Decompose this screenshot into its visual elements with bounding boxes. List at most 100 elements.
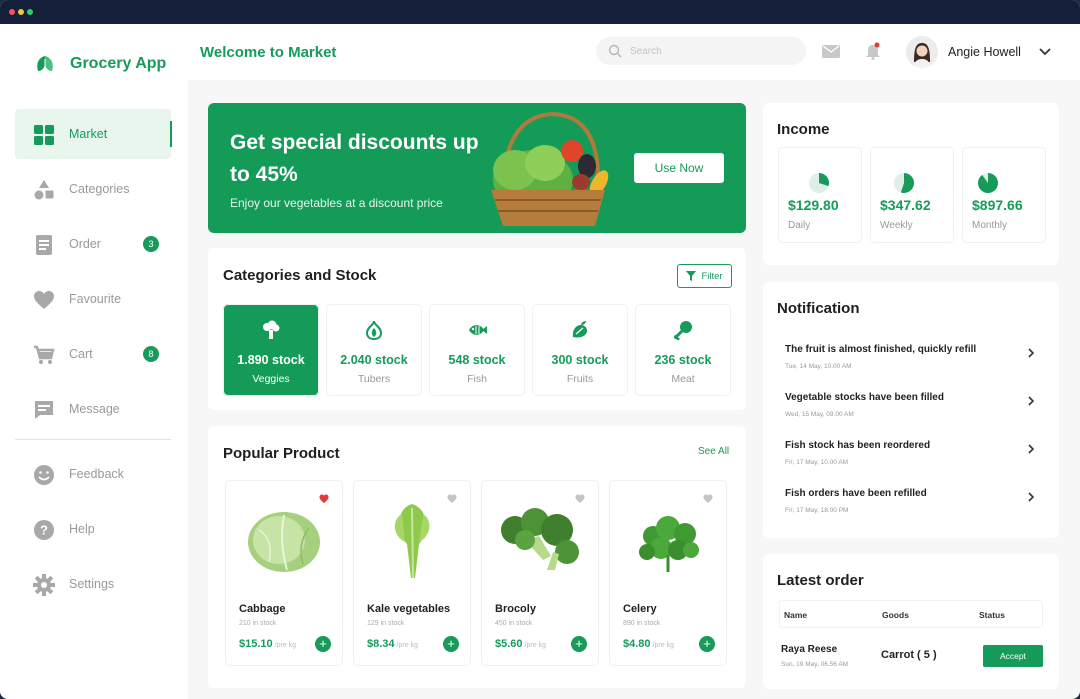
- income-card: Income $129.80 Daily $347.62 Weekly $897…: [763, 103, 1059, 265]
- sidebar-item-categories[interactable]: Categories: [15, 164, 171, 214]
- cart-count-badge: 8: [143, 346, 159, 362]
- category-label: Fish: [467, 373, 487, 385]
- chevron-down-icon: [1039, 48, 1051, 56]
- minimize-window-dot[interactable]: [18, 9, 24, 15]
- notification-item[interactable]: Fish orders have been refilled Fri, 17 M…: [785, 488, 1045, 530]
- order-goods: Carrot ( 5 ): [881, 649, 937, 661]
- add-to-cart-button[interactable]: +: [699, 636, 715, 652]
- notification-item[interactable]: The fruit is almost finished, quickly re…: [785, 344, 1045, 386]
- maximize-window-dot[interactable]: [27, 9, 33, 15]
- grid-icon: [34, 125, 54, 145]
- column-header-name: Name: [784, 610, 808, 620]
- veggies-icon: [263, 320, 280, 339]
- app-logo[interactable]: Grocery App: [34, 54, 166, 74]
- product-card-celery[interactable]: Celery 890 in stock $4.80/pre kg +: [609, 480, 727, 666]
- latest-order-card: Latest order Name Goods Status Raya Rees…: [763, 554, 1059, 689]
- category-fish[interactable]: 548 stock Fish: [429, 304, 525, 396]
- product-unit: /pre kg: [524, 642, 546, 649]
- app-window: Grocery App Market Categories Order 3 Fa…: [0, 0, 1080, 699]
- mail-icon[interactable]: [822, 45, 840, 58]
- sidebar: Grocery App Market Categories Order 3 Fa…: [0, 24, 188, 699]
- add-to-cart-button[interactable]: +: [315, 636, 331, 652]
- income-monthly[interactable]: $897.66 Monthly: [962, 147, 1046, 243]
- category-label: Veggies: [252, 373, 290, 385]
- sidebar-item-feedback[interactable]: Feedback: [15, 449, 171, 499]
- see-all-link[interactable]: See All: [698, 446, 729, 457]
- chevron-right-icon: [1028, 348, 1035, 358]
- search-input[interactable]: [630, 45, 780, 57]
- category-stock: 300 stock: [551, 353, 609, 367]
- close-window-dot[interactable]: [9, 9, 15, 15]
- fish-icon: [469, 325, 487, 335]
- sidebar-item-settings[interactable]: Settings: [15, 559, 171, 609]
- notification-item[interactable]: Vegetable stocks have been filled Wed, 1…: [785, 392, 1045, 434]
- filter-button[interactable]: Filter: [677, 264, 732, 288]
- income-daily[interactable]: $129.80 Daily: [778, 147, 862, 243]
- window-titlebar: [0, 0, 1080, 24]
- category-stock: 548 stock: [448, 353, 506, 367]
- sidebar-item-order[interactable]: Order 3: [15, 219, 171, 269]
- categories-card: Categories and Stock Filter 1.890 stock …: [208, 248, 746, 410]
- income-label: Weekly: [880, 220, 913, 231]
- product-price-row: $5.60/pre kg: [495, 638, 546, 650]
- discount-banner: Get special discounts up to 45% Enjoy ou…: [208, 103, 746, 233]
- income-value: $897.66: [972, 197, 1023, 213]
- sidebar-item-label: Feedback: [69, 467, 124, 481]
- notification-time: Tue, 14 May, 10.00 AM: [785, 363, 852, 370]
- notification-item[interactable]: Fish stock has been reordered Fri, 17 Ma…: [785, 440, 1045, 482]
- category-meat[interactable]: 236 stock Meat: [635, 304, 731, 396]
- search-bar[interactable]: [596, 37, 806, 65]
- sidebar-item-message[interactable]: Message: [15, 384, 171, 434]
- bell-icon[interactable]: [865, 42, 881, 60]
- top-header: Welcome to Market Angie Howell: [188, 24, 1080, 80]
- chevron-right-icon: [1028, 444, 1035, 454]
- sidebar-item-cart[interactable]: Cart 8: [15, 329, 171, 379]
- user-menu[interactable]: Angie Howell: [906, 34, 1054, 70]
- add-to-cart-button[interactable]: +: [443, 636, 459, 652]
- category-veggies[interactable]: 1.890 stock Veggies: [223, 304, 319, 396]
- product-card-cabbage[interactable]: Cabbage 210 in stock $15.10/pre kg +: [225, 480, 343, 666]
- avatar: [906, 36, 938, 68]
- product-name: Celery: [623, 603, 657, 615]
- fruit-icon: [572, 321, 587, 338]
- category-label: Fruits: [566, 373, 594, 385]
- sidebar-item-label: Market: [69, 127, 108, 141]
- use-now-button[interactable]: Use Now: [634, 153, 724, 183]
- chevron-right-icon: [1028, 396, 1035, 406]
- kale-image: [394, 504, 430, 579]
- sidebar-divider: [15, 439, 171, 440]
- latest-order-title: Latest order: [777, 572, 864, 589]
- product-card-kale[interactable]: Kale vegetables 129 in stock $8.34/pre k…: [353, 480, 471, 666]
- product-unit: /pre kg: [274, 642, 297, 649]
- leaf-logo-icon: [37, 56, 53, 72]
- product-stock: 890 in stock: [623, 620, 661, 627]
- income-pie: [809, 173, 829, 193]
- category-tubers[interactable]: 2.040 stock Tubers: [326, 304, 422, 396]
- sidebar-item-label: Order: [69, 237, 101, 251]
- accept-button[interactable]: Accept: [983, 645, 1043, 667]
- product-price-row: $4.80/pre kg: [623, 638, 674, 650]
- product-price: $15.10: [239, 638, 273, 650]
- popular-product-title: Popular Product: [223, 445, 340, 462]
- sidebar-item-market[interactable]: Market: [15, 109, 172, 159]
- onion-icon: [365, 320, 383, 340]
- user-name: Angie Howell: [948, 45, 1021, 59]
- product-name: Brocoly: [495, 603, 536, 615]
- product-card-brocoly[interactable]: Brocoly 450 in stock $5.60/pre kg +: [481, 480, 599, 666]
- vegetable-basket-image: [491, 111, 609, 226]
- notification-time: Fri, 17 May, 10.00 AM: [785, 459, 849, 466]
- add-to-cart-button[interactable]: +: [571, 636, 587, 652]
- sidebar-item-help[interactable]: ? Help: [15, 504, 171, 554]
- search-icon: [608, 44, 622, 58]
- sidebar-item-favourite[interactable]: Favourite: [15, 274, 171, 324]
- income-weekly[interactable]: $347.62 Weekly: [870, 147, 954, 243]
- notification-text: The fruit is almost finished, quickly re…: [785, 344, 977, 355]
- broccoli-image: [501, 508, 579, 570]
- sidebar-item-label: Settings: [69, 577, 115, 591]
- product-stock: 210 in stock: [239, 620, 277, 627]
- product-price-row: $15.10/pre kg: [239, 638, 296, 650]
- order-count-badge: 3: [143, 236, 159, 252]
- message-icon: [35, 401, 53, 419]
- category-fruits[interactable]: 300 stock Fruits: [532, 304, 628, 396]
- sidebar-item-label: Favourite: [69, 292, 122, 306]
